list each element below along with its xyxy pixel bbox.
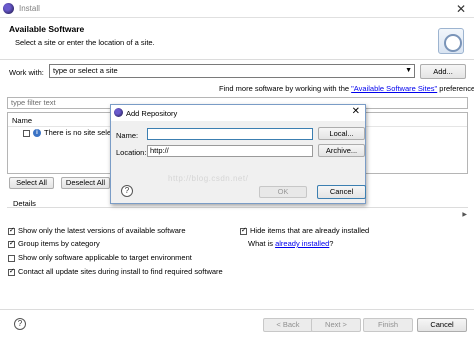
tree-row-checkbox[interactable]	[23, 129, 30, 137]
info-icon: i	[33, 129, 41, 138]
eclipse-app-icon	[114, 108, 123, 117]
hide-installed-label: Hide items that are already installed	[250, 226, 370, 235]
option-hide-installed[interactable]: Hide items that are already installed	[240, 226, 370, 236]
option-latest-versions[interactable]: Show only the latest versions of availab…	[8, 226, 186, 236]
dialog-title: Add Repository	[126, 109, 178, 118]
what-is-prefix: What is	[248, 239, 276, 248]
what-is-installed-text: What is already installed?	[248, 239, 333, 248]
wizard-header: Available Software Select a site or ente…	[0, 18, 474, 60]
tree-row-text: There is no site select	[44, 128, 117, 137]
name-label: Name:	[116, 131, 139, 140]
dialog-titlebar: Add Repository ✕	[111, 105, 365, 121]
what-is-suffix: ?	[329, 239, 334, 248]
column-header-name[interactable]: Name	[12, 116, 32, 125]
add-site-button[interactable]: Add...	[420, 64, 466, 79]
help-icon[interactable]: ?	[14, 318, 26, 330]
scroll-right-icon[interactable]: ▶	[462, 211, 467, 218]
option-target-environment[interactable]: Show only software applicable to target …	[8, 253, 192, 262]
dialog-close-icon[interactable]: ✕	[352, 106, 360, 117]
name-field[interactable]	[147, 128, 313, 140]
archive-button[interactable]: Archive...	[318, 144, 365, 157]
chevron-down-icon[interactable]: ▼	[405, 65, 412, 77]
details-area: ▶	[7, 207, 468, 221]
work-with-label: Work with:	[9, 68, 44, 77]
contact-sites-label: Contact all update sites during install …	[18, 267, 223, 276]
work-with-combo[interactable]: type or select a site ▼	[49, 64, 415, 78]
finish-button[interactable]: Finish	[363, 318, 413, 332]
latest-versions-checkbox[interactable]	[8, 226, 15, 236]
find-more-text: Find more software by working with the "…	[219, 84, 474, 93]
already-installed-link[interactable]: already installed	[275, 239, 329, 248]
group-by-category-label: Group items by category	[18, 239, 100, 248]
contact-sites-checkbox[interactable]	[8, 267, 15, 277]
select-all-button[interactable]: Select All	[9, 177, 54, 189]
add-repository-dialog: Add Repository ✕ Name: Local... Location…	[110, 104, 366, 204]
option-group-by-category[interactable]: Group items by category	[8, 239, 100, 249]
group-by-category-checkbox[interactable]	[8, 239, 15, 249]
close-window-icon[interactable]: ✕	[448, 0, 474, 18]
ok-button[interactable]: OK	[259, 186, 307, 198]
target-env-label: Show only software applicable to target …	[18, 253, 192, 262]
back-button[interactable]: < Back	[263, 318, 313, 332]
location-label: Location:	[116, 148, 147, 157]
option-contact-sites[interactable]: Contact all update sites during install …	[8, 267, 223, 277]
available-sites-link[interactable]: "Available Software Sites"	[351, 84, 437, 93]
watermark-text: http://blog.csdn.net/	[168, 174, 249, 183]
location-field[interactable]: http://	[147, 145, 313, 157]
find-more-prefix: Find more software by working with the	[219, 84, 352, 93]
next-button[interactable]: Next >	[311, 318, 361, 332]
find-more-suffix: preferences.	[439, 84, 474, 93]
bottom-divider	[0, 309, 474, 310]
dialog-cancel-button[interactable]: Cancel	[317, 185, 366, 199]
dialog-help-icon[interactable]: ?	[121, 185, 133, 197]
latest-versions-label: Show only the latest versions of availab…	[18, 226, 186, 235]
deselect-all-button[interactable]: Deselect All	[61, 177, 110, 189]
target-env-checkbox[interactable]	[8, 254, 15, 262]
tree-row[interactable]: i There is no site select	[23, 128, 117, 138]
window-titlebar: Install ✕	[0, 0, 474, 18]
window-title: Install	[19, 4, 40, 13]
hide-installed-checkbox[interactable]	[240, 226, 247, 236]
page-subtitle: Select a site or enter the location of a…	[15, 38, 155, 47]
work-with-placeholder: type or select a site	[53, 66, 118, 75]
page-title: Available Software	[9, 24, 85, 34]
local-button[interactable]: Local...	[318, 127, 365, 140]
install-cd-icon	[438, 28, 464, 54]
cancel-button[interactable]: Cancel	[417, 318, 467, 332]
eclipse-app-icon	[3, 3, 14, 14]
